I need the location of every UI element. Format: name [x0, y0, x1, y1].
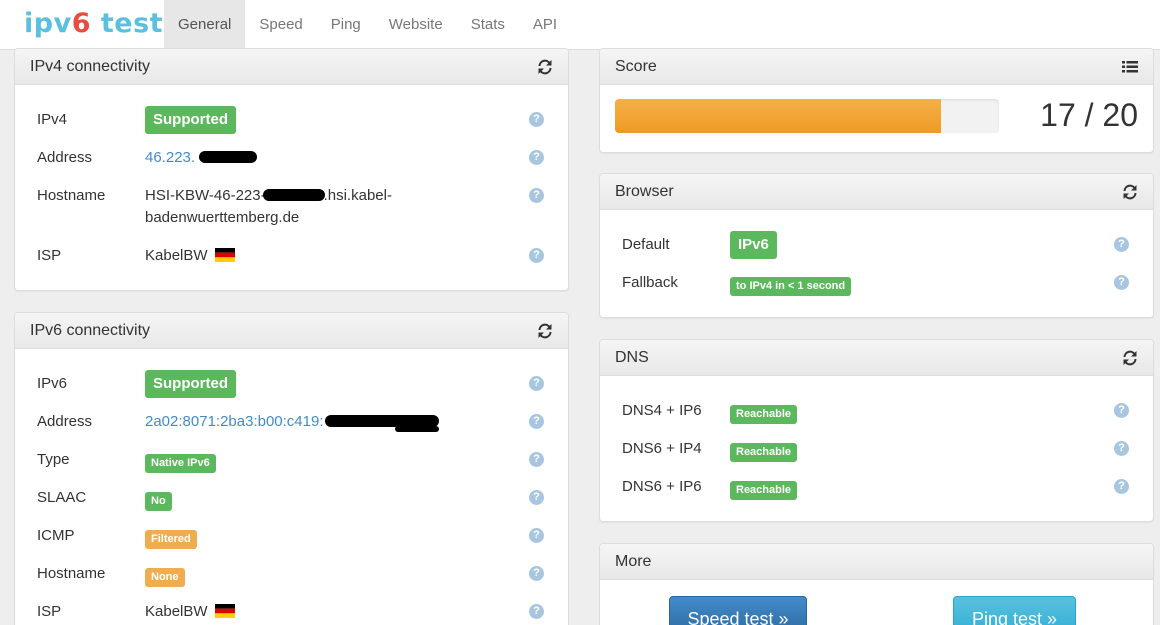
score-panel: Score 17 / 20 — [599, 48, 1154, 153]
help-icon[interactable]: ? — [529, 112, 544, 127]
score-panel-title: Score — [615, 58, 657, 75]
ipv4-supported-badge: Supported — [145, 106, 236, 134]
score-panel-heading: Score — [600, 49, 1153, 85]
browser-panel-title: Browser — [615, 183, 674, 200]
score-value: 17 / 20 — [1040, 97, 1138, 133]
more-panel-title: More — [615, 553, 652, 570]
nav-stats[interactable]: Stats — [457, 0, 519, 50]
dns-panel-title: DNS — [615, 349, 649, 366]
dns-reachable-badge: Reachable — [730, 443, 798, 462]
ipv4-hostname-label: Hostname — [37, 187, 106, 204]
icmp-badge: Filtered — [145, 530, 197, 549]
navbar: ipv6 test General Speed Ping Website Sta… — [0, 0, 1160, 50]
dns-reachable-badge: Reachable — [730, 405, 798, 424]
nav-speed[interactable]: Speed — [245, 0, 316, 50]
help-icon[interactable]: ? — [1114, 403, 1129, 418]
more-panel: More Speed test » Ping test » — [599, 543, 1154, 625]
nav-general[interactable]: General — [164, 0, 246, 50]
browser-fallback-badge: to IPv4 in < 1 second — [730, 277, 852, 296]
refresh-icon[interactable] — [536, 322, 554, 340]
dns-row-label: DNS6 + IP4 — [622, 440, 702, 457]
help-icon[interactable]: ? — [1114, 441, 1129, 456]
refresh-icon[interactable] — [536, 58, 554, 76]
ipv4-isp-value: KabelBW — [145, 245, 235, 267]
redaction-mark — [263, 189, 325, 201]
hostname-badge: None — [145, 568, 185, 587]
ipv4-address-label: Address — [37, 149, 93, 166]
slaac-badge: No — [145, 492, 172, 511]
ipv6-type-label: Type — [37, 451, 70, 468]
ipv6-label: IPv6 — [37, 375, 68, 392]
help-icon[interactable]: ? — [529, 604, 544, 619]
dns-row-label: DNS4 + IP6 — [622, 402, 702, 419]
list-icon[interactable] — [1121, 58, 1139, 76]
refresh-icon[interactable] — [1121, 183, 1139, 201]
ipv6-panel: IPv6 connectivity IPv6 Supported ? Addre… — [14, 312, 569, 625]
nav-api[interactable]: API — [519, 0, 571, 50]
ipv4-panel-heading: IPv4 connectivity — [15, 49, 568, 85]
ipv6-isp-value: KabelBW — [145, 601, 235, 623]
ipv6-hostname-label: Hostname — [37, 565, 106, 582]
speed-test-button[interactable]: Speed test » — [669, 596, 807, 625]
help-icon[interactable]: ? — [1114, 479, 1129, 494]
browser-panel-heading: Browser — [600, 174, 1153, 210]
browser-panel: Browser Default IPv6 ? Fallback to IPv4 … — [599, 173, 1154, 318]
redaction-mark — [395, 426, 439, 432]
ipv6-slaac-label: SLAAC — [37, 489, 87, 506]
more-panel-heading: More — [600, 544, 1153, 580]
score-progress-fill — [615, 99, 942, 133]
help-icon[interactable]: ? — [529, 248, 544, 263]
help-icon[interactable]: ? — [529, 566, 544, 581]
dns-reachable-badge: Reachable — [730, 481, 798, 500]
ipv6-panel-title: IPv6 connectivity — [30, 322, 151, 339]
browser-default-label: Default — [622, 236, 670, 253]
ipv6-address-label: Address — [37, 413, 93, 430]
nav-website[interactable]: Website — [375, 0, 457, 50]
help-icon[interactable]: ? — [529, 528, 544, 543]
ipv6-supported-badge: Supported — [145, 370, 236, 398]
refresh-icon[interactable] — [1121, 349, 1139, 367]
score-progress-bar — [615, 99, 999, 133]
germany-flag-icon — [214, 248, 235, 262]
help-icon[interactable]: ? — [529, 376, 544, 391]
germany-flag-icon — [214, 604, 235, 618]
ipv6-address-value[interactable]: 2a02:8071:2ba3:b00:c419: — [145, 411, 324, 433]
ipv4-panel: IPv4 connectivity IPv4 Supported ? Addre… — [14, 48, 569, 291]
browser-default-badge: IPv6 — [730, 231, 777, 259]
brand-logo[interactable]: ipv6 test — [24, 6, 163, 42]
native-ipv6-badge: Native IPv6 — [145, 454, 216, 473]
main-nav: General Speed Ping Website Stats API — [164, 0, 571, 50]
help-icon[interactable]: ? — [529, 490, 544, 505]
redaction-mark — [199, 151, 257, 163]
help-icon[interactable]: ? — [529, 414, 544, 429]
ipv4-isp-label: ISP — [37, 247, 62, 264]
help-icon[interactable]: ? — [529, 452, 544, 467]
help-icon[interactable]: ? — [1114, 275, 1129, 290]
ipv6-isp-label: ISP — [37, 603, 62, 620]
ipv6-panel-heading: IPv6 connectivity — [15, 313, 568, 349]
dns-panel: DNS DNS4 + IP6 Reachable ? DNS6 + IP4 Re… — [599, 339, 1154, 522]
help-icon[interactable]: ? — [529, 150, 544, 165]
help-icon[interactable]: ? — [1114, 237, 1129, 252]
nav-ping[interactable]: Ping — [317, 0, 375, 50]
browser-fallback-label: Fallback — [622, 274, 678, 291]
ping-test-button[interactable]: Ping test » — [953, 596, 1076, 625]
ipv4-address-value[interactable]: 46.223. — [145, 147, 195, 169]
ipv6-icmp-label: ICMP — [37, 527, 75, 544]
help-icon[interactable]: ? — [529, 188, 544, 203]
ipv4-label: IPv4 — [37, 111, 68, 128]
dns-panel-heading: DNS — [600, 340, 1153, 376]
dns-row-label: DNS6 + IP6 — [622, 478, 702, 495]
ipv4-panel-title: IPv4 connectivity — [30, 58, 151, 75]
